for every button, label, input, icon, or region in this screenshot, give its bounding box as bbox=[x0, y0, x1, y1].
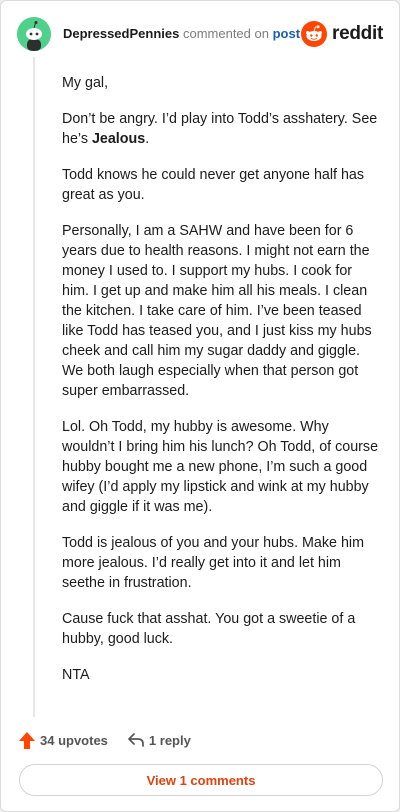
snoo-avatar-icon bbox=[17, 17, 51, 51]
reddit-brand[interactable]: reddit bbox=[301, 21, 383, 47]
reply-arrow-icon bbox=[128, 733, 144, 747]
username-link[interactable]: DepressedPennies bbox=[63, 26, 179, 41]
upvote-arrow-icon bbox=[19, 731, 35, 749]
comment-body: My gal, Don’t be angry. I’d play into To… bbox=[62, 73, 380, 701]
comment-header: DepressedPennies commented on post reddi… bbox=[17, 17, 383, 51]
comment-card: DepressedPennies commented on post reddi… bbox=[0, 0, 400, 812]
comment-paragraph: My gal, bbox=[62, 75, 109, 91]
comment-paragraph: Todd knows he could never get anyone hal… bbox=[62, 167, 365, 203]
brand-wordmark: reddit bbox=[332, 23, 383, 44]
upvote-count: 34 upvotes bbox=[40, 732, 108, 748]
comment-paragraph: Personally, I am a SAHW and have been fo… bbox=[62, 223, 372, 399]
reply-button[interactable]: 1 reply bbox=[128, 733, 191, 748]
post-link[interactable]: post bbox=[273, 26, 300, 41]
user-avatar[interactable] bbox=[17, 17, 51, 51]
upvote-button[interactable]: 34 upvotes bbox=[19, 731, 108, 749]
comment-paragraph: Lol. Oh Todd, my hubby is awesome. Why w… bbox=[62, 419, 379, 515]
bold-text: Jealous bbox=[91, 131, 146, 147]
action-text: commented on bbox=[182, 26, 269, 41]
thread-line bbox=[33, 57, 35, 717]
comment-paragraph: NTA bbox=[62, 667, 90, 683]
reddit-logo-icon bbox=[301, 21, 328, 47]
paragraph-text: . bbox=[145, 131, 150, 147]
comment-paragraph: Todd is jealous of you and your hubs. Ma… bbox=[62, 535, 364, 591]
comment-paragraph: Cause fuck that asshat. You got a sweeti… bbox=[62, 611, 356, 647]
reply-count: 1 reply bbox=[148, 732, 191, 748]
comment-paragraph: Don’t be angry. I’d play into Todd’s ass… bbox=[62, 109, 380, 149]
comment-actions: 34 upvotes 1 reply bbox=[19, 729, 191, 751]
view-comments-button[interactable]: View 1 comments bbox=[19, 764, 383, 796]
comment-meta: DepressedPennies commented on post bbox=[63, 26, 300, 42]
